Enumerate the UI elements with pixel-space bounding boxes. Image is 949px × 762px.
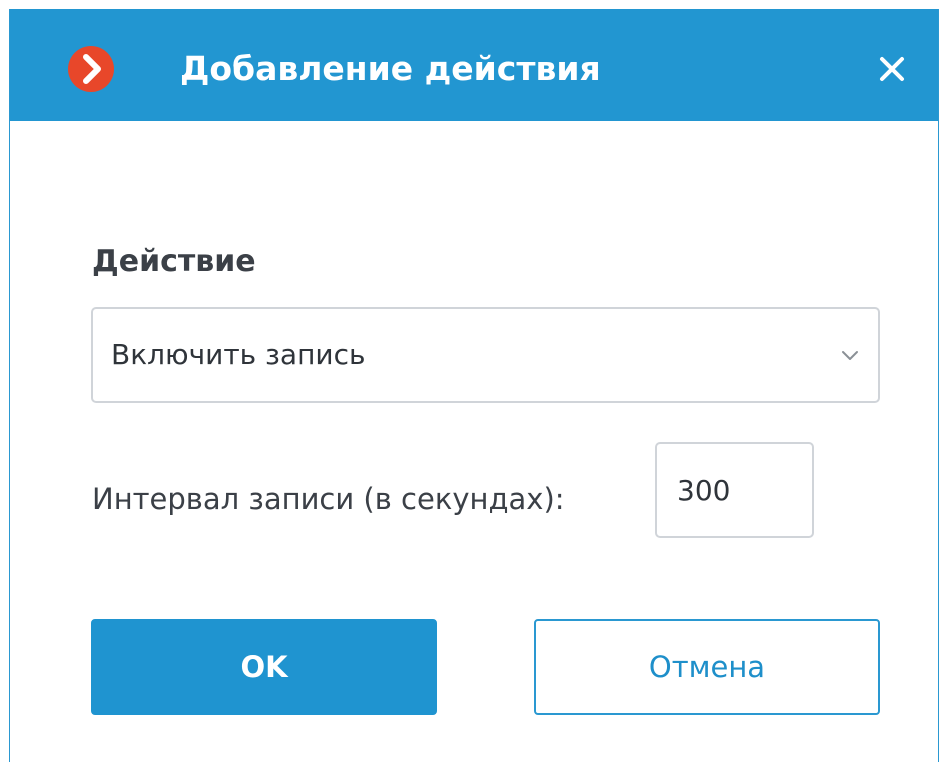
cancel-button[interactable]: Отмена [534, 619, 880, 715]
action-select-value: Включить запись [111, 338, 366, 371]
dialog-titlebar: Добавление действия [10, 9, 938, 121]
app-logo-icon [68, 46, 114, 92]
ok-button[interactable]: OK [91, 619, 437, 715]
chevron-down-icon [842, 351, 858, 360]
action-section-label: Действие [92, 244, 256, 279]
add-action-dialog: Добавление действия Действие Включить за… [9, 9, 939, 762]
interval-label: Интервал записи (в секундах): [92, 482, 565, 516]
close-button[interactable] [872, 49, 912, 89]
dialog-title: Добавление действия [180, 49, 601, 88]
action-select[interactable]: Включить запись [91, 307, 880, 403]
close-icon [880, 57, 904, 81]
interval-input[interactable] [655, 442, 814, 538]
